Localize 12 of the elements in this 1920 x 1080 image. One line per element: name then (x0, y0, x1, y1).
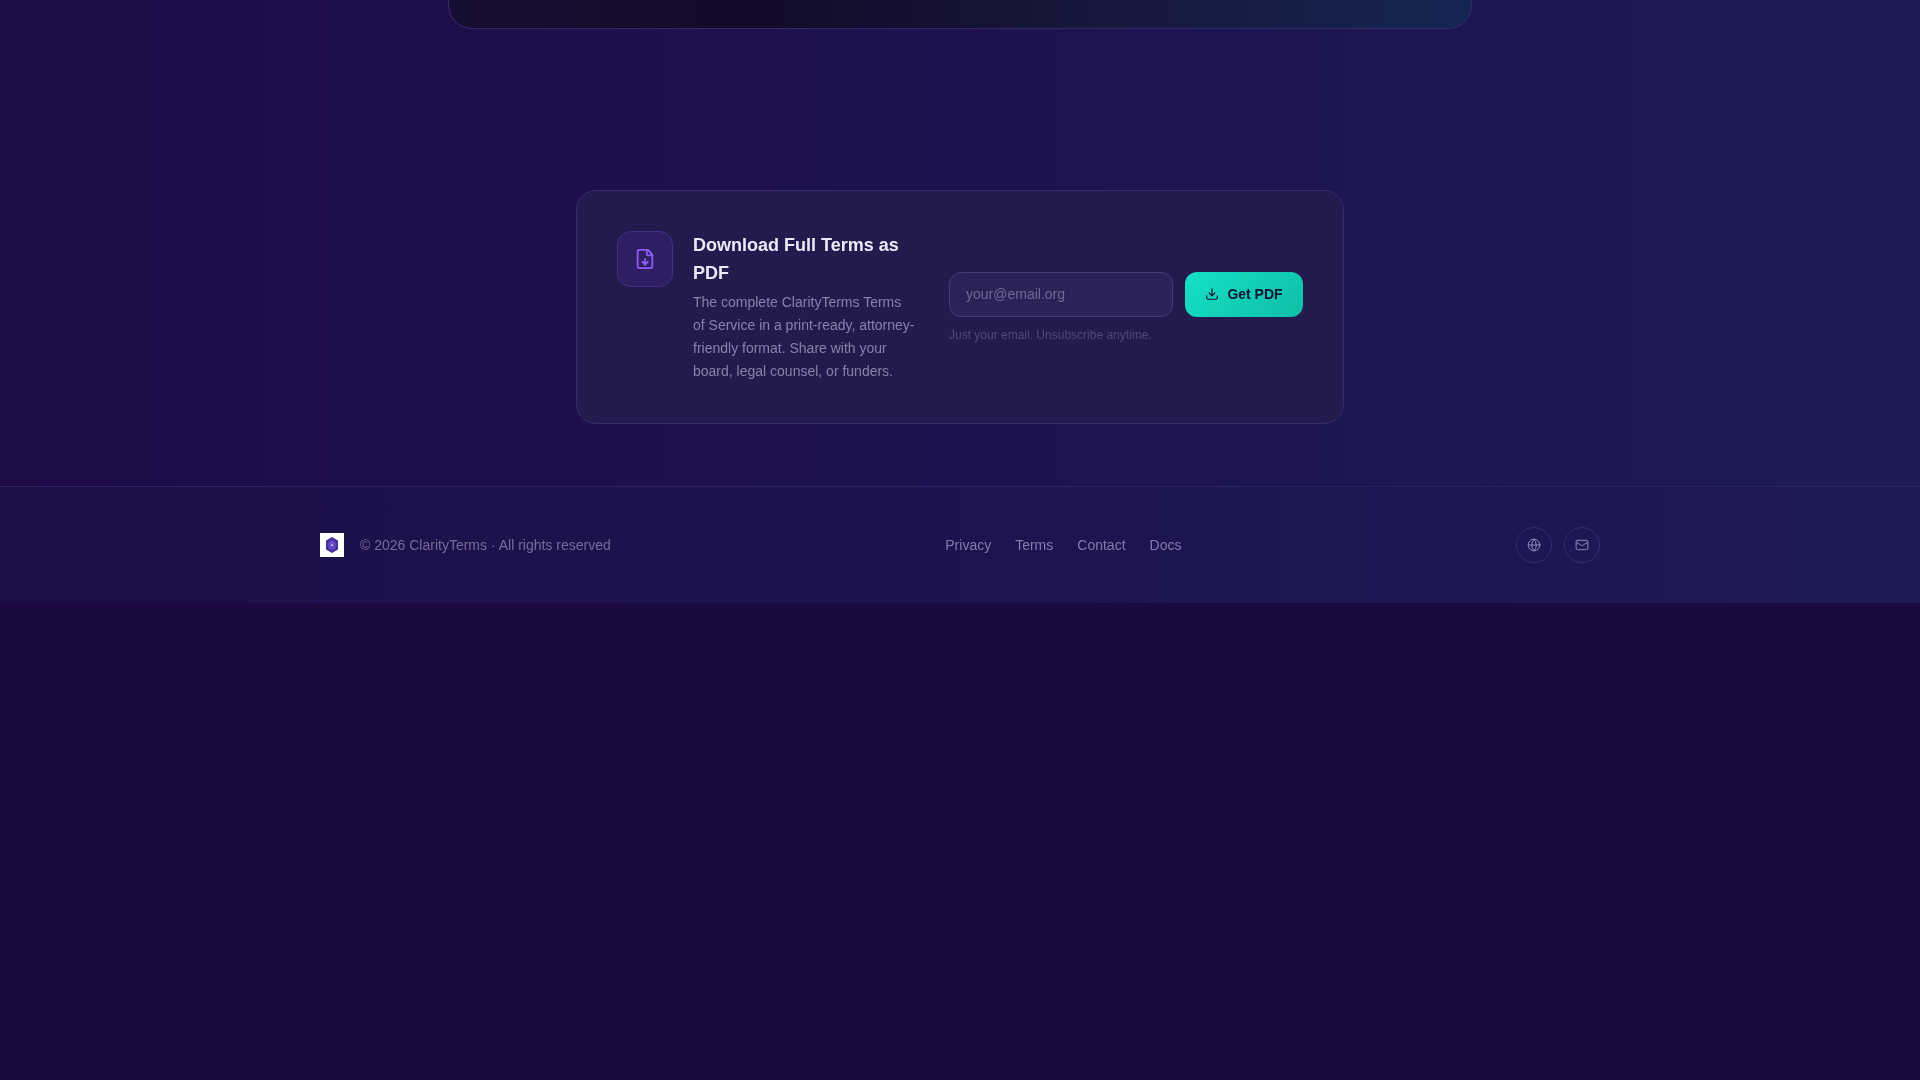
copyright-text: © 2026 ClarityTerms · All rights reserved (360, 535, 611, 555)
card-description: The complete ClarityTerms Terms of Service in a print-ready, attorney-friendly format. Share with your board, legal counsel, or funders. (693, 293, 915, 381)
download-icon (1205, 287, 1220, 301)
footer-link[interactable]: Terms (1015, 534, 1054, 556)
file-download-icon (617, 231, 673, 287)
footer-link[interactable]: Docs (1149, 534, 1182, 556)
hexagon-logo-icon (320, 533, 344, 557)
card-title: Download Full Terms as PDF (693, 234, 900, 285)
footer-link[interactable]: Privacy (945, 534, 992, 556)
email-input-field[interactable]: your@email.org (949, 271, 1173, 317)
footer-link[interactable]: Contact (1077, 534, 1126, 556)
get-pdf-button[interactable]: Get PDF (1185, 271, 1303, 317)
